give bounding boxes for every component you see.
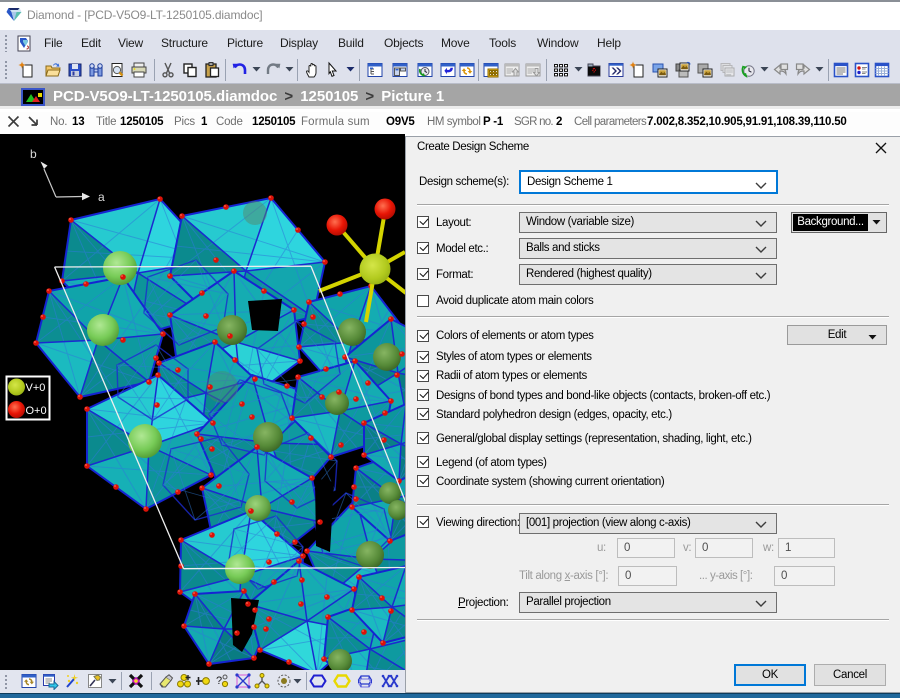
svg-text:a: a [98, 190, 105, 204]
svg-text:b: b [30, 147, 37, 161]
svg-text:?: ? [216, 675, 222, 687]
svg-text:O+0: O+0 [26, 405, 47, 417]
svg-text:V+0: V+0 [26, 382, 46, 394]
